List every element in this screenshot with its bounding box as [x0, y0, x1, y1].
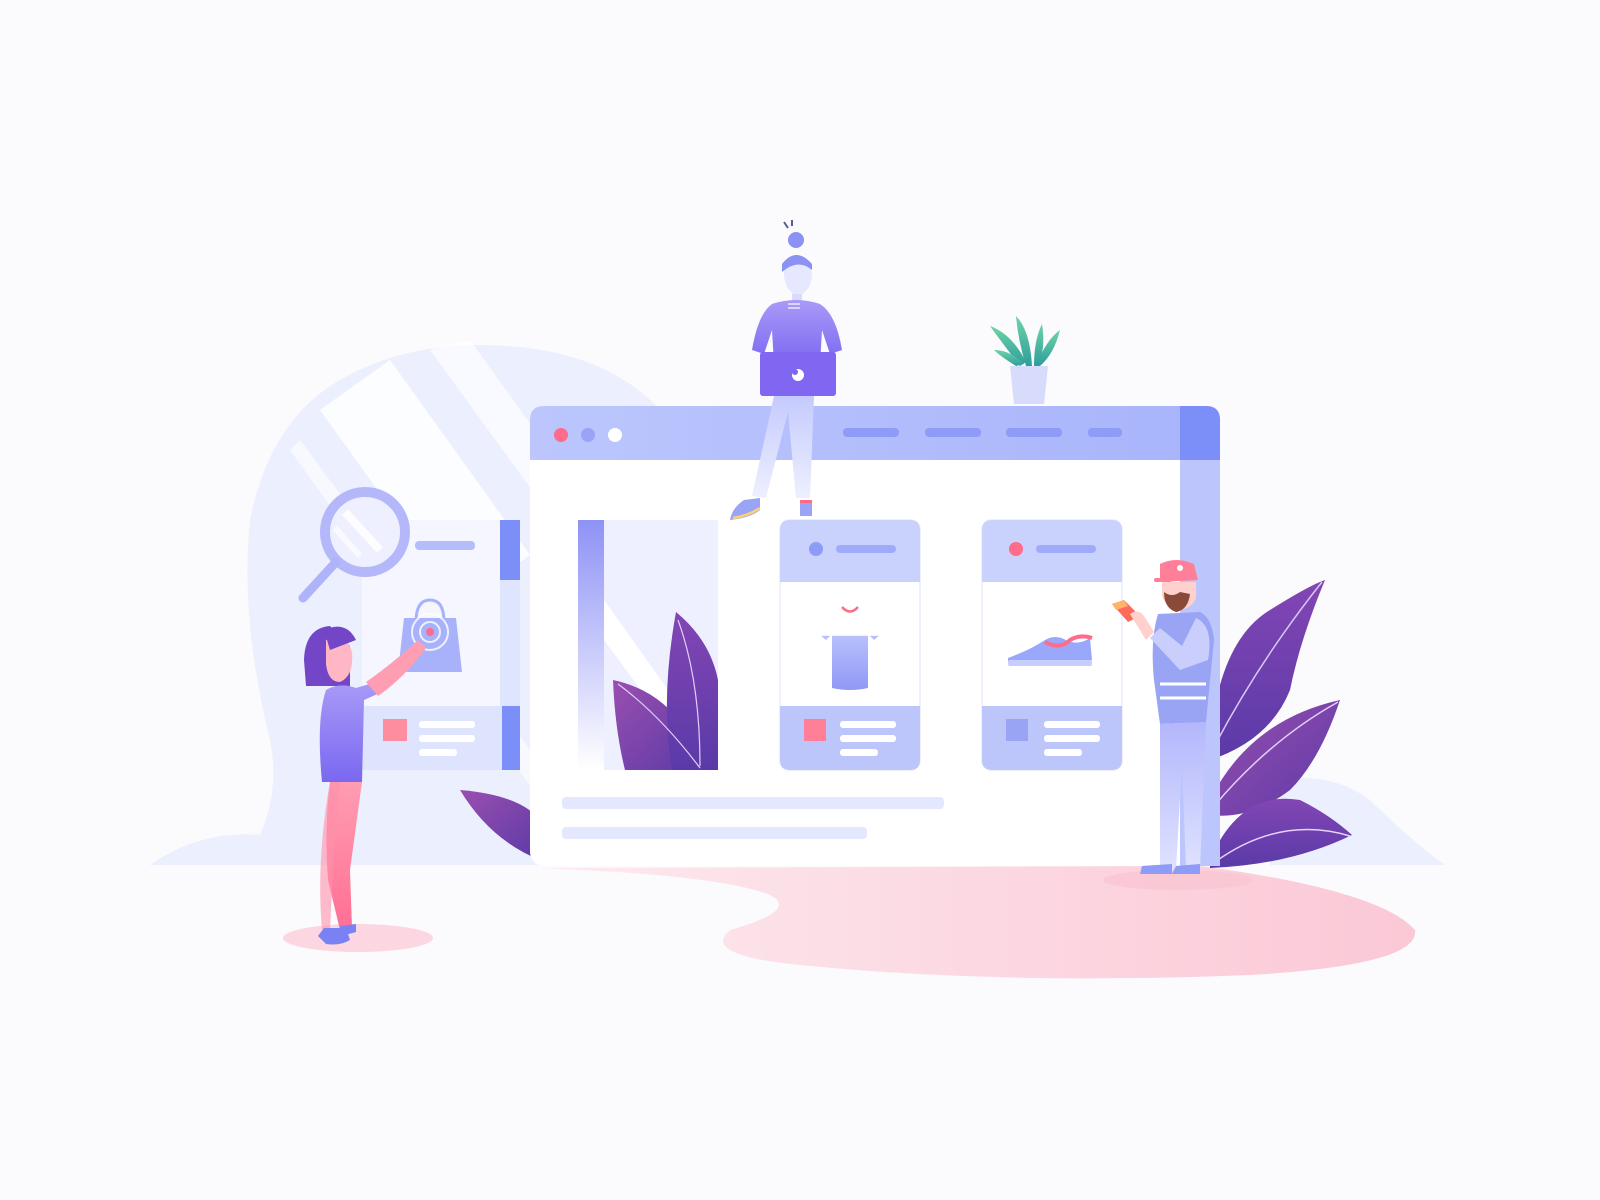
nav-item: [1088, 428, 1122, 437]
window-dot-white: [608, 428, 622, 442]
potted-plant-icon: [990, 316, 1060, 404]
laptop-icon: [760, 352, 836, 396]
product-card-tshirt: [779, 519, 921, 771]
banner-panel: [578, 520, 718, 770]
browser-window-illustration: [530, 406, 1220, 866]
window-dot-purple: [581, 428, 595, 442]
floor-shadow: [540, 866, 1416, 979]
window-dot-red: [554, 428, 568, 442]
text-line: [562, 827, 867, 839]
text-line: [562, 797, 944, 809]
nav-item: [925, 428, 981, 437]
ecommerce-illustration: [150, 220, 1445, 979]
nav-item: [1006, 428, 1062, 437]
product-card-sneaker: [981, 519, 1123, 771]
nav-item: [843, 428, 899, 437]
woman-shadow: [283, 924, 433, 952]
leaf-decoration: [1210, 580, 1352, 868]
